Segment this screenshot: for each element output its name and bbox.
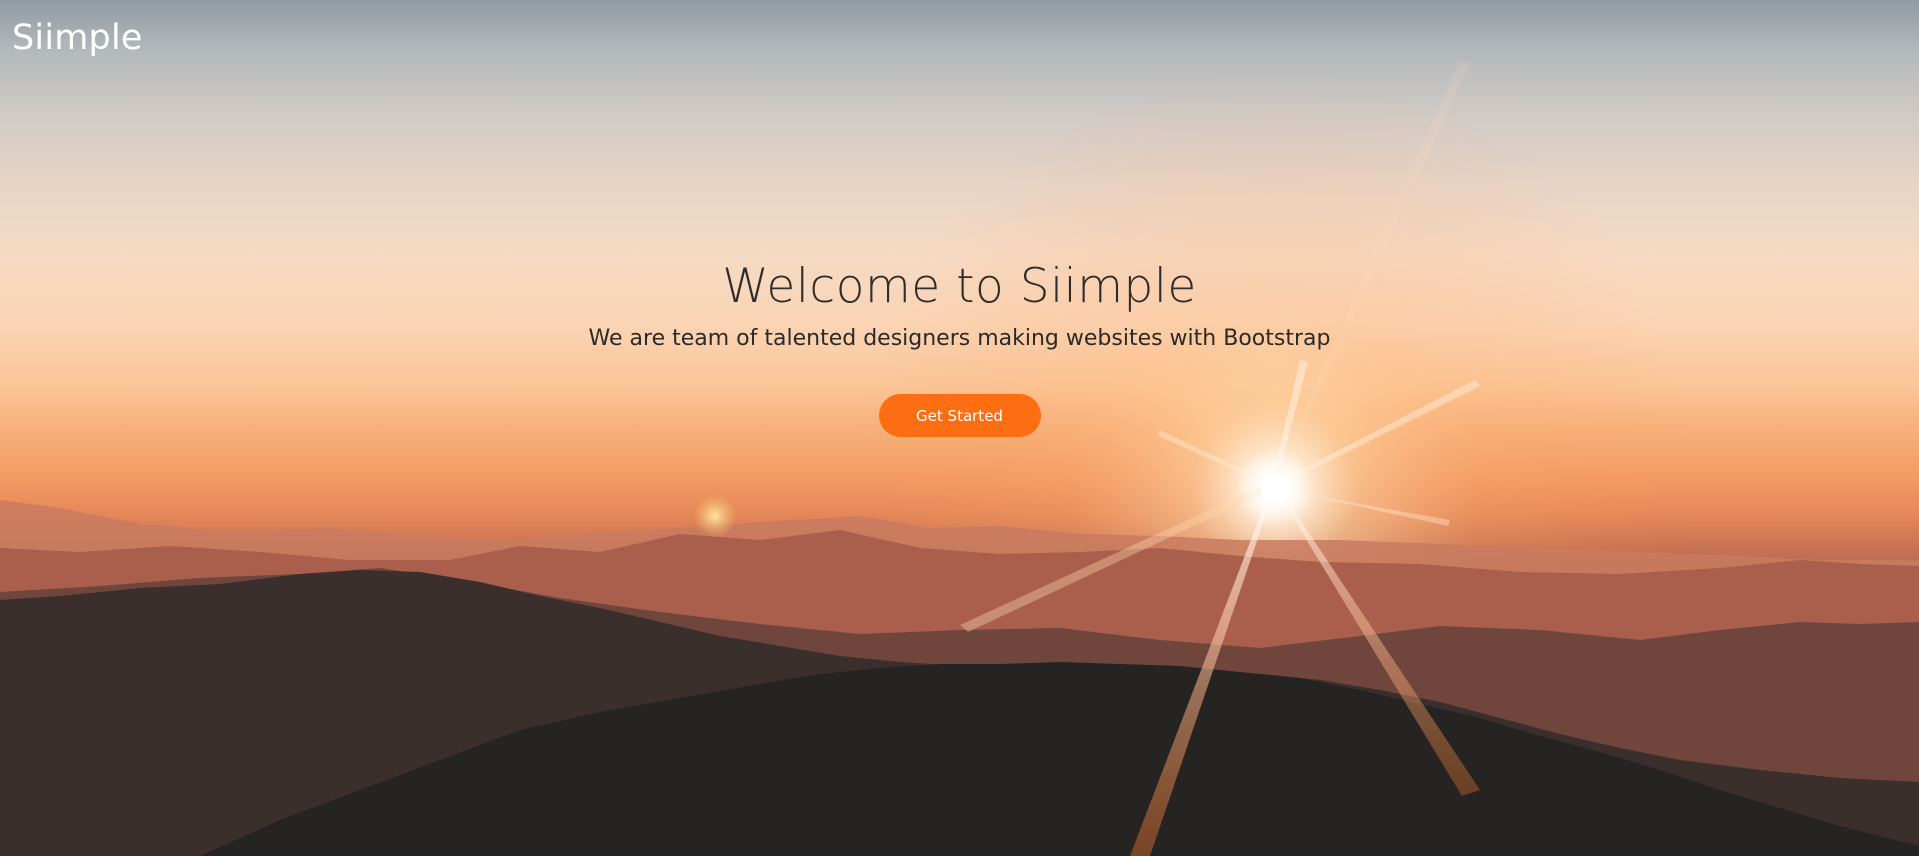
hero-title: Welcome to Siimple xyxy=(722,259,1197,314)
hero-subtitle: We are team of talented designers making… xyxy=(588,326,1331,351)
hero-section: Siimple Welcome to Siimple We are team o… xyxy=(0,0,1919,856)
get-started-button[interactable]: Get Started xyxy=(878,394,1041,437)
brand-logo[interactable]: Siimple xyxy=(12,18,143,58)
hero-content: Welcome to Siimple We are team of talent… xyxy=(0,258,1919,437)
